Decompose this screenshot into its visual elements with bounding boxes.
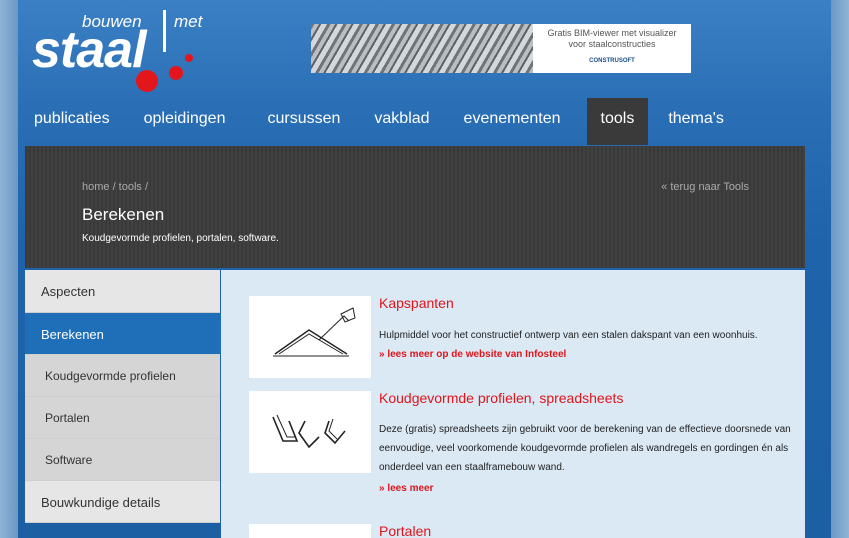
ad-line-2: voor staalconstructies bbox=[568, 39, 656, 49]
nav-opleidingen[interactable]: opleidingen bbox=[130, 98, 240, 145]
item-title-portalen[interactable]: Portalen bbox=[379, 523, 431, 538]
content-area: Kapspanten Hulpmiddel voor het construct… bbox=[221, 270, 805, 538]
ad-banner[interactable]: Gratis BIM-viewer met visualizer voor st… bbox=[311, 24, 691, 73]
nav-publicaties[interactable]: publicaties bbox=[20, 98, 124, 145]
logo-dot bbox=[185, 54, 193, 62]
page-title: Berekenen bbox=[82, 205, 165, 224]
portalen-thumbnail[interactable] bbox=[249, 524, 371, 538]
item-title-kapspanten[interactable]: Kapspanten bbox=[379, 295, 454, 311]
page-subtitle: Koudgevormde profielen, portalen, softwa… bbox=[82, 233, 279, 244]
item-title-koudgevormde[interactable]: Koudgevormde profielen, spreadsheets bbox=[379, 390, 623, 406]
ad-text: Gratis BIM-viewer met visualizer voor st… bbox=[533, 24, 691, 73]
cold-formed-profile-icon bbox=[272, 414, 346, 449]
koudgevormde-thumbnail[interactable] bbox=[249, 391, 371, 473]
sidebar: Aspecten Berekenen Koudgevormde profiele… bbox=[25, 270, 242, 523]
sidebar-item-portalen[interactable]: Portalen bbox=[25, 397, 220, 439]
roof-truss-icon bbox=[273, 307, 356, 357]
back-to-tools-link[interactable]: « terug naar Tools bbox=[661, 181, 749, 193]
nav-themas[interactable]: thema's bbox=[654, 98, 738, 145]
site-logo[interactable]: bouwen met staal bbox=[30, 8, 220, 98]
item-more-link-koudgevormde[interactable]: » lees meer bbox=[379, 483, 434, 494]
background-edge-left bbox=[0, 0, 18, 538]
sidebar-item-berekenen[interactable]: Berekenen bbox=[25, 313, 242, 355]
kapspanten-thumbnail[interactable] bbox=[249, 296, 371, 378]
nav-tools[interactable]: tools bbox=[586, 98, 649, 145]
nav-cursussen[interactable]: cursussen bbox=[253, 98, 354, 145]
ad-brand: CONSTRUSOFT bbox=[589, 58, 635, 64]
ad-line-1: Gratis BIM-viewer met visualizer bbox=[547, 28, 677, 38]
nav-evenementen[interactable]: evenementen bbox=[450, 98, 575, 145]
background-edge-right bbox=[831, 0, 849, 538]
logo-dot bbox=[136, 70, 158, 92]
logo-word-met: met bbox=[174, 12, 203, 31]
item-desc-kapspanten: Hulpmiddel voor het constructief ontwerp… bbox=[379, 330, 758, 341]
sidebar-item-bouwkundige-details[interactable]: Bouwkundige details bbox=[25, 481, 220, 523]
logo-bar bbox=[163, 10, 166, 52]
sidebar-item-aspecten[interactable]: Aspecten bbox=[25, 270, 220, 313]
breadcrumb[interactable]: home / tools / bbox=[82, 181, 148, 193]
steel-structure-image bbox=[311, 24, 533, 73]
page-header: home / tools / « terug naar Tools Bereke… bbox=[25, 146, 805, 268]
logo-word-staal: staal bbox=[32, 21, 147, 79]
nav-vakblad[interactable]: vakblad bbox=[360, 98, 443, 145]
item-more-link-kapspanten[interactable]: » lees meer op de website van Infosteel bbox=[379, 349, 566, 360]
sidebar-item-software[interactable]: Software bbox=[25, 439, 220, 481]
sidebar-item-koudgevormde-profielen[interactable]: Koudgevormde profielen bbox=[25, 355, 220, 397]
item-desc-koudgevormde: Deze (gratis) spreadsheets zijn gebruikt… bbox=[379, 424, 791, 473]
logo-dot bbox=[169, 66, 183, 80]
main-nav: publicaties opleidingen cursussen vakbla… bbox=[20, 98, 744, 145]
